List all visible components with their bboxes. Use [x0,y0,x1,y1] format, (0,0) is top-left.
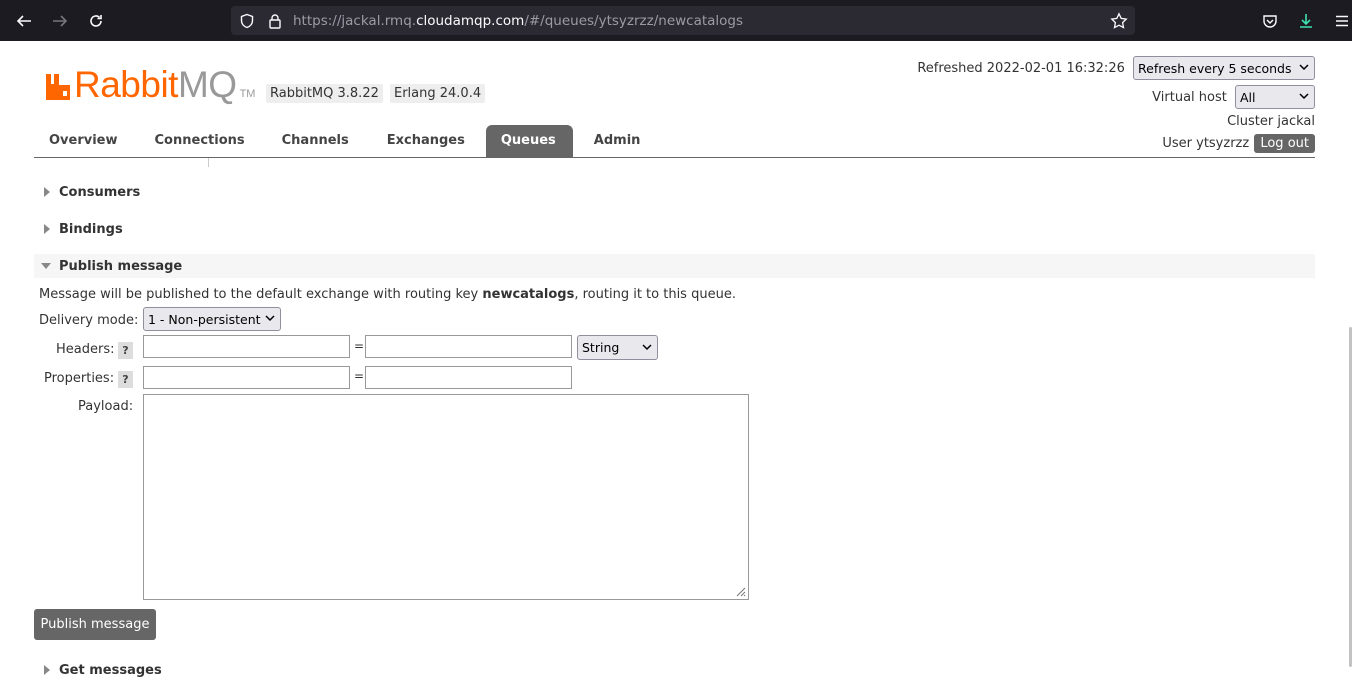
payload-label: Payload: [78,399,134,414]
tab-channels[interactable]: Channels [263,125,368,157]
main-nav-tabs: Overview Connections Channels Exchanges … [34,125,657,157]
reload-icon[interactable] [84,9,108,33]
refreshed-timestamp: Refreshed 2022-02-01 16:32:26 [917,60,1125,76]
properties-help-button[interactable]: ? [118,371,133,388]
tab-divider [34,157,1315,158]
logo-trademark: TM [239,88,256,100]
section-bindings[interactable]: Bindings [34,217,1315,241]
browser-toolbar: https://jackal.rmq.cloudamqp.com/#/queue… [0,0,1352,41]
vhost-row: Virtual host All [1152,85,1315,109]
properties-label: Properties: [44,371,115,386]
tab-admin[interactable]: Admin [573,125,658,157]
property-key-input[interactable] [143,366,350,389]
equals-sign: = [354,369,365,383]
url-text[interactable]: https://jackal.rmq.cloudamqp.com/#/queue… [293,13,743,29]
delivery-mode-select[interactable]: 1 - Non-persistent [143,307,281,331]
section-get-messages[interactable]: Get messages [34,658,1315,677]
logo-text: Rabbit [74,64,178,105]
header-type-select[interactable]: String [577,335,658,360]
menu-icon[interactable] [1330,9,1352,33]
headers-help-button[interactable]: ? [118,342,133,359]
resize-grip-icon[interactable] [734,585,746,597]
divider-stub [208,158,209,167]
logout-button[interactable]: Log out [1254,134,1315,153]
rabbitmq-logo[interactable]: Rabbit MQ TM [44,64,256,105]
pocket-icon[interactable] [1258,9,1282,33]
vhost-label: Virtual host [1152,89,1227,105]
publish-info-text: Message will be published to the default… [39,287,736,302]
section-publish-message[interactable]: Publish message [34,254,1315,278]
rabbitmq-version-badge: RabbitMQ 3.8.22 [266,84,383,103]
header-key-input[interactable] [143,335,350,358]
user-name: User ytsyzrzz [1162,136,1250,151]
star-icon[interactable] [1109,11,1129,31]
collapse-arrow-icon [41,263,51,269]
erlang-version-badge: Erlang 24.0.4 [390,84,486,103]
section-consumers[interactable]: Consumers [34,180,1315,204]
payload-textarea[interactable] [143,394,749,600]
equals-sign: = [354,339,365,353]
user-row: User ytsyzrzz Log out [1162,134,1315,153]
download-icon[interactable] [1294,9,1318,33]
cluster-name: Cluster jackal [1227,114,1315,129]
refresh-row: Refreshed 2022-02-01 16:32:26 Refresh ev… [917,56,1315,80]
header-value-input[interactable] [365,335,572,358]
tab-queues[interactable]: Queues [485,125,573,157]
delivery-mode-label: Delivery mode: [39,313,139,328]
expand-arrow-icon [44,665,50,675]
forward-arrow-icon[interactable] [48,9,72,33]
rabbit-logo-icon [46,74,70,100]
expand-arrow-icon [44,224,50,234]
expand-arrow-icon [44,187,50,197]
property-value-input[interactable] [365,366,572,389]
routing-key: newcatalogs [482,287,575,302]
refresh-interval-select[interactable]: Refresh every 5 seconds [1133,56,1315,80]
back-arrow-icon[interactable] [12,9,36,33]
vhost-select[interactable]: All [1235,85,1315,109]
headers-label: Headers: [56,342,115,357]
lock-icon[interactable] [265,11,285,31]
tab-exchanges[interactable]: Exchanges [368,125,486,157]
address-bar[interactable]: https://jackal.rmq.cloudamqp.com/#/queue… [231,6,1135,35]
publish-message-button[interactable]: Publish message [34,609,156,640]
tab-connections[interactable]: Connections [135,125,263,157]
shield-icon[interactable] [237,11,257,31]
tab-overview[interactable]: Overview [34,125,135,157]
